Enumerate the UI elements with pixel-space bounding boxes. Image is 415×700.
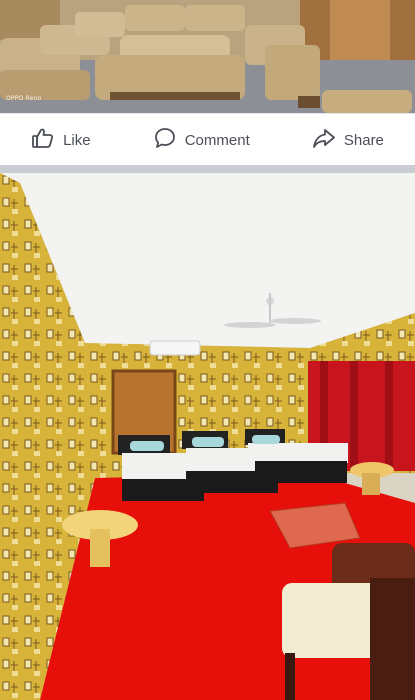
post-photo-room[interactable]	[0, 173, 415, 700]
room-photo-illustration	[0, 173, 415, 700]
thumbs-up-icon	[31, 126, 55, 154]
share-label: Share	[343, 131, 384, 149]
photo-watermark: OPPO Reno	[6, 95, 42, 102]
comment-label: Comment	[184, 131, 250, 149]
post-photo-lobby[interactable]: OPPO Reno	[0, 0, 415, 113]
comment-bubble-icon	[153, 126, 177, 154]
like-label: Like	[63, 131, 91, 149]
lobby-photo-illustration	[0, 0, 415, 113]
post-action-bar: Like Comment Share	[0, 113, 415, 166]
like-button[interactable]: Like	[21, 120, 101, 160]
share-arrow-icon	[312, 126, 336, 154]
post-separator	[0, 165, 415, 173]
share-button[interactable]: Share	[302, 120, 394, 160]
comment-button[interactable]: Comment	[143, 120, 260, 160]
